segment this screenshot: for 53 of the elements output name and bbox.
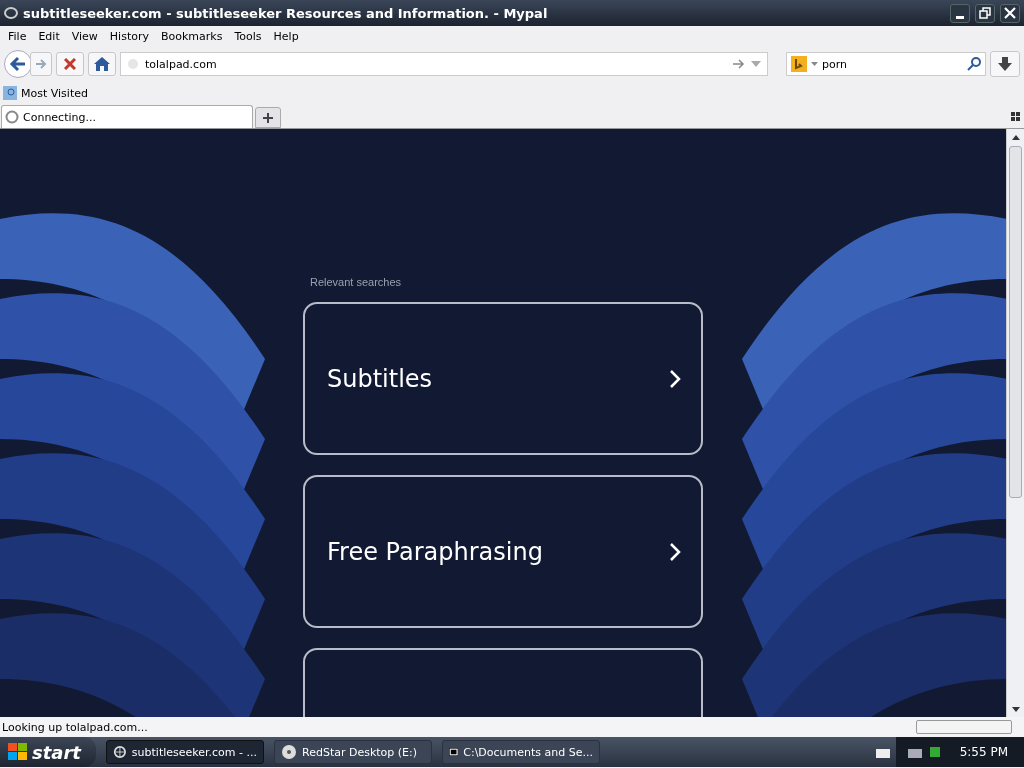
menu-item[interactable]: File (2, 29, 33, 43)
chevron-icon (669, 541, 681, 562)
clock: 5:55 PM (959, 745, 1008, 759)
address-field[interactable]: tolalpad.com (120, 52, 768, 76)
dropdown-icon[interactable] (811, 62, 818, 66)
menu-item[interactable]: View (65, 29, 104, 43)
disc-icon (281, 744, 297, 760)
search-icon[interactable] (967, 57, 981, 71)
section-heading: Relevant searches (310, 276, 403, 288)
app-icon (4, 7, 18, 19)
taskbar-button[interactable]: RedStar Desktop (E:) (274, 740, 432, 764)
search-result-card[interactable]: Free Paraphrasing (303, 475, 703, 628)
scroll-down-icon[interactable] (1011, 706, 1020, 712)
menu-item[interactable]: Edit (32, 29, 66, 43)
globe-icon (113, 745, 127, 759)
download-arrow-icon (998, 57, 1012, 71)
search-result-card[interactable]: Subtitles (303, 302, 703, 455)
search-engine-icon[interactable] (791, 56, 807, 72)
close-button[interactable] (1000, 3, 1020, 23)
menu-item[interactable]: Tools (228, 29, 268, 43)
chevron-icon (669, 368, 681, 389)
stop-button[interactable] (56, 52, 84, 76)
status-text: Looking up tolalpad.com... (2, 720, 149, 734)
scroll-up-icon[interactable] (1011, 134, 1020, 140)
grid-icon[interactable] (1011, 111, 1020, 121)
minimize-icon (956, 15, 964, 19)
forward-arrow-icon (35, 58, 47, 70)
taskbar-button[interactable]: C:\Documents and Se... (442, 740, 600, 764)
home-button[interactable] (88, 52, 116, 76)
back-button[interactable] (4, 50, 32, 78)
restore-icon (979, 7, 991, 19)
plus-icon (262, 111, 274, 124)
close-icon (1004, 7, 1016, 19)
scrollbar[interactable] (1006, 129, 1024, 717)
start-button[interactable]: start (0, 737, 96, 767)
bookmark-item[interactable]: Most Visited (21, 86, 88, 100)
window-title: subtitleseeker.com - subtitleseeker Resources and Information. - Mypal (23, 5, 549, 21)
windows-logo-icon (8, 743, 28, 761)
menu-item[interactable]: History (103, 29, 155, 43)
browser-tab[interactable]: Connecting... (1, 105, 253, 128)
home-icon (94, 57, 110, 71)
taskbar-button[interactable]: subtitleseeker.com - ... (106, 740, 264, 764)
download-button[interactable] (990, 51, 1020, 77)
back-arrow-icon (9, 56, 27, 72)
stop-icon (64, 58, 76, 70)
minimize-button[interactable] (950, 3, 970, 23)
menu-item[interactable]: Bookmarks (155, 29, 229, 43)
restore-button[interactable] (975, 3, 995, 23)
new-tab-button[interactable] (255, 107, 281, 128)
search-field[interactable]: porn (786, 52, 986, 76)
arrow-icon[interactable] (733, 59, 745, 69)
globe-icon (127, 58, 139, 70)
menu-item[interactable]: Help (267, 29, 305, 43)
